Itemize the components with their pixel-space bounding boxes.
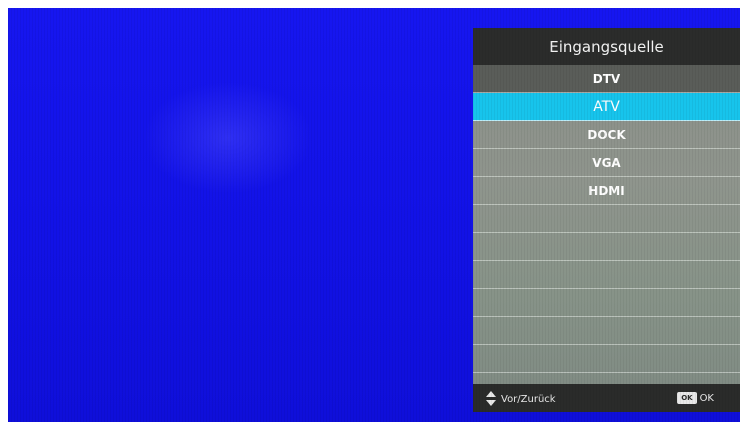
- updown-arrows-icon: [485, 391, 497, 407]
- tv-screen: Eingangsquelle DTV ATV DOCK VGA HDMI Vor…: [8, 8, 740, 422]
- ok-key-icon: OK: [677, 392, 697, 404]
- empty-row: [473, 317, 740, 345]
- empty-row: [473, 345, 740, 373]
- nav-hint-label: Vor/Zurück: [501, 393, 556, 405]
- menu-footer: Vor/Zurück OK OK: [473, 384, 740, 412]
- input-source-menu: Eingangsquelle DTV ATV DOCK VGA HDMI Vor…: [473, 28, 740, 412]
- empty-row: [473, 205, 740, 233]
- empty-row: [473, 233, 740, 261]
- ok-hint-label: OK: [699, 392, 714, 404]
- source-item-vga[interactable]: VGA: [473, 149, 740, 177]
- source-item-hdmi[interactable]: HDMI: [473, 177, 740, 205]
- ok-hint: OK OK: [677, 392, 714, 404]
- empty-row: [473, 261, 740, 289]
- source-item-atv[interactable]: ATV: [473, 93, 740, 121]
- source-list: DTV ATV DOCK VGA HDMI: [473, 65, 740, 373]
- source-item-dtv[interactable]: DTV: [473, 65, 740, 93]
- nav-hint: Vor/Zurück: [485, 391, 556, 407]
- empty-row: [473, 289, 740, 317]
- menu-title: Eingangsquelle: [473, 28, 740, 65]
- source-item-dock[interactable]: DOCK: [473, 121, 740, 149]
